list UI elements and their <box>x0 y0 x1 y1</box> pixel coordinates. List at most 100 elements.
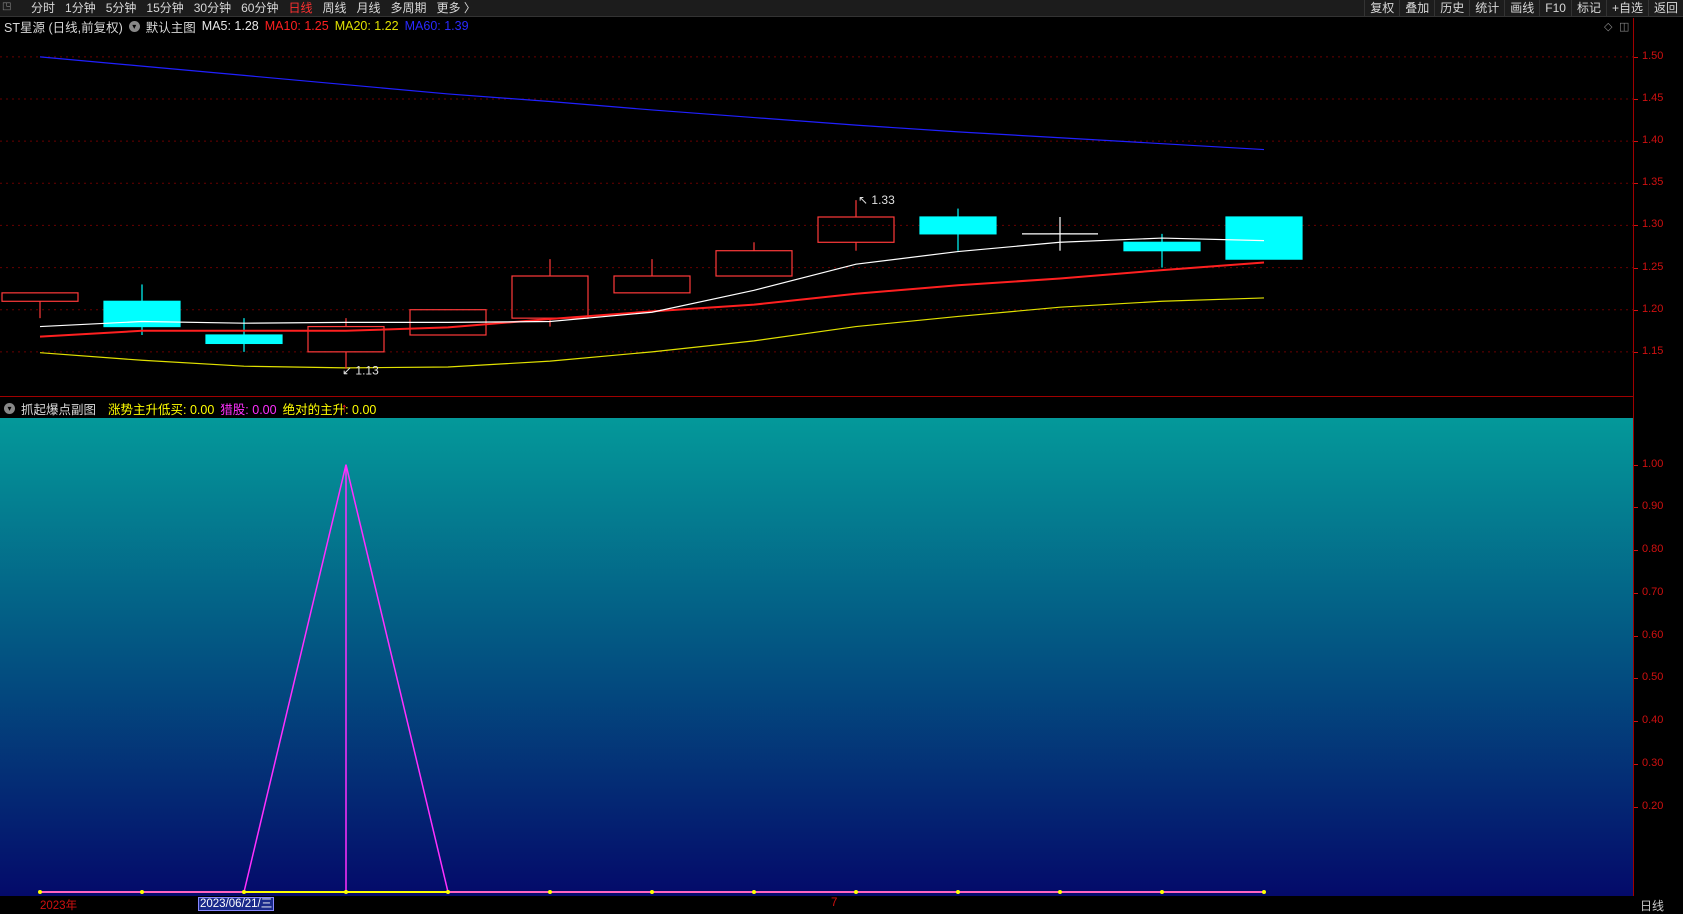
sub-tick-label: 0.40 <box>1642 714 1664 727</box>
candle-body <box>817 216 895 243</box>
yellow-point <box>140 890 144 894</box>
candle-body <box>1225 216 1303 260</box>
price-tick-label: 1.40 <box>1642 134 1664 147</box>
yellow-point <box>1058 890 1062 894</box>
sub-legend: ▾ 抓起爆点副图 涨势主升低买: 0.00 猎股: 0.00 绝对的主升: 0.… <box>4 399 382 418</box>
price-tick <box>1634 141 1638 143</box>
sub-tick <box>1634 464 1638 466</box>
sub-title[interactable]: 抓起爆点副图 <box>21 399 96 418</box>
price-tick <box>1634 99 1638 100</box>
sub-tick <box>1634 678 1638 680</box>
period-tab-4[interactable]: 30分钟 <box>189 0 236 16</box>
sub-item2: 猎股: 0.00 <box>220 402 277 417</box>
menu-item-7[interactable]: +自选 <box>1605 0 1648 16</box>
sub-tick <box>1634 507 1638 509</box>
period-tab-10[interactable]: 更多 〉 <box>432 0 481 16</box>
price-tick-label: 1.35 <box>1642 176 1664 189</box>
top-toolbar: ◳ 分时 1分钟 5分钟 15分钟 30分钟 60分钟 日线 周线 月线 多周期 更多 〉 复权 叠加… <box>0 0 1683 17</box>
window-menu-icon[interactable]: ◳ <box>2 1 20 13</box>
candle-body <box>1123 241 1201 252</box>
price-tick-label: 1.15 <box>1642 344 1664 357</box>
period-tab-9[interactable]: 多周期 <box>386 0 432 16</box>
candle-body <box>613 275 691 294</box>
sub-indicator-chart[interactable] <box>0 418 1634 896</box>
price-tick <box>1634 351 1638 353</box>
low-annotation: ↙ 1.13 <box>342 364 379 378</box>
sub-tick <box>1634 550 1638 552</box>
yellow-point <box>548 890 552 894</box>
sub-item1: 涨势主升低买: 0.00 <box>108 402 215 417</box>
sub-dropdown-icon[interactable]: ▾ <box>4 402 15 414</box>
period-tab-1[interactable]: 1分钟 <box>60 0 101 16</box>
yellow-point <box>1262 890 1266 894</box>
right-menu: 复权 叠加 历史 统计 画线 F10 标记 +自选 返回 <box>1364 0 1683 16</box>
price-tick-label: 1.30 <box>1642 218 1664 231</box>
sub-tick-label: 0.20 <box>1642 799 1664 812</box>
price-tick <box>1634 267 1638 269</box>
menu-item-0[interactable]: 复权 <box>1364 0 1399 16</box>
period-tab-5[interactable]: 60分钟 <box>236 0 283 16</box>
menu-item-3[interactable]: 统计 <box>1469 0 1504 16</box>
candle-body <box>205 334 283 345</box>
price-tick <box>1634 56 1638 58</box>
period-tabs: 分时 1分钟 5分钟 15分钟 30分钟 60分钟 日线 周线 月线 多周期 更多 〉 <box>26 0 481 16</box>
period-tab-8[interactable]: 月线 <box>352 0 386 16</box>
menu-item-8[interactable]: 返回 <box>1647 0 1683 16</box>
sub-tick-label: 0.50 <box>1642 671 1664 684</box>
ma5-line <box>39 237 1265 328</box>
date-axis: 2023年 2023/06/21/三 7 <box>0 896 1633 912</box>
sub-tick-label: 0.60 <box>1642 628 1664 641</box>
sub-tick <box>1634 763 1638 765</box>
ma20-line <box>39 297 1265 369</box>
yellow-point <box>38 890 42 894</box>
sub-tick-label: 0.30 <box>1642 756 1664 769</box>
menu-item-6[interactable]: 标记 <box>1570 0 1606 16</box>
yellow-point <box>752 890 756 894</box>
price-tick <box>1634 309 1638 311</box>
period-tab-7[interactable]: 周线 <box>317 0 351 16</box>
main-candlestick-chart[interactable]: ↖ 1.33 ↙ 1.13 <box>0 18 1634 396</box>
sub-tick-label: 0.80 <box>1642 543 1664 556</box>
period-tab-6[interactable]: 日线 <box>283 0 317 16</box>
yellow-point <box>650 890 654 894</box>
price-tick <box>1634 225 1638 227</box>
sub-item3: 绝对的主升: 0.00 <box>282 402 377 417</box>
sub-tick-label: 1.00 <box>1642 457 1664 470</box>
candle-body <box>919 216 997 235</box>
yellow-point <box>1160 890 1164 894</box>
price-tick-label: 1.25 <box>1642 260 1664 273</box>
sub-background <box>0 418 1633 896</box>
sub-tick <box>1634 806 1638 808</box>
high-annotation: ↖ 1.33 <box>858 193 895 207</box>
price-tick-label: 1.20 <box>1642 302 1664 315</box>
period-tab-0[interactable]: 分时 <box>26 0 60 16</box>
menu-item-1[interactable]: 叠加 <box>1399 0 1434 16</box>
buy-signal-arrow-icon: ↑ <box>341 400 348 415</box>
yellow-point <box>242 890 246 894</box>
month-label: 7 <box>831 897 838 909</box>
menu-item-4[interactable]: 画线 <box>1504 0 1539 16</box>
menu-item-5[interactable]: F10 <box>1539 0 1571 16</box>
sub-tick <box>1634 721 1638 723</box>
price-tick-label: 1.50 <box>1642 49 1664 62</box>
yellow-point <box>446 890 450 894</box>
sub-tick <box>1634 635 1638 637</box>
sub-chart-header: ▾ 抓起爆点副图 涨势主升低买: 0.00 猎股: 0.00 绝对的主升: 0.… <box>0 396 1634 419</box>
price-tick <box>1634 183 1638 185</box>
sub-tick-label: 0.90 <box>1642 500 1664 513</box>
cursor-date-label: 2023/06/21/三 <box>198 897 275 911</box>
candle-body <box>511 275 589 319</box>
candle-body <box>715 250 793 277</box>
period-tab-3[interactable]: 15分钟 <box>141 0 188 16</box>
ma60-line <box>39 56 1265 151</box>
period-label: 日线 <box>1640 899 1665 913</box>
sub-tick-label: 0.70 <box>1642 585 1664 598</box>
candle-body <box>1 292 79 302</box>
yellow-point <box>956 890 960 894</box>
yellow-point <box>344 890 348 894</box>
period-tab-2[interactable]: 5分钟 <box>101 0 142 16</box>
yellow-point <box>854 890 858 894</box>
menu-item-2[interactable]: 历史 <box>1434 0 1469 16</box>
price-tick-label: 1.45 <box>1642 92 1664 104</box>
sub-tick <box>1634 592 1638 594</box>
